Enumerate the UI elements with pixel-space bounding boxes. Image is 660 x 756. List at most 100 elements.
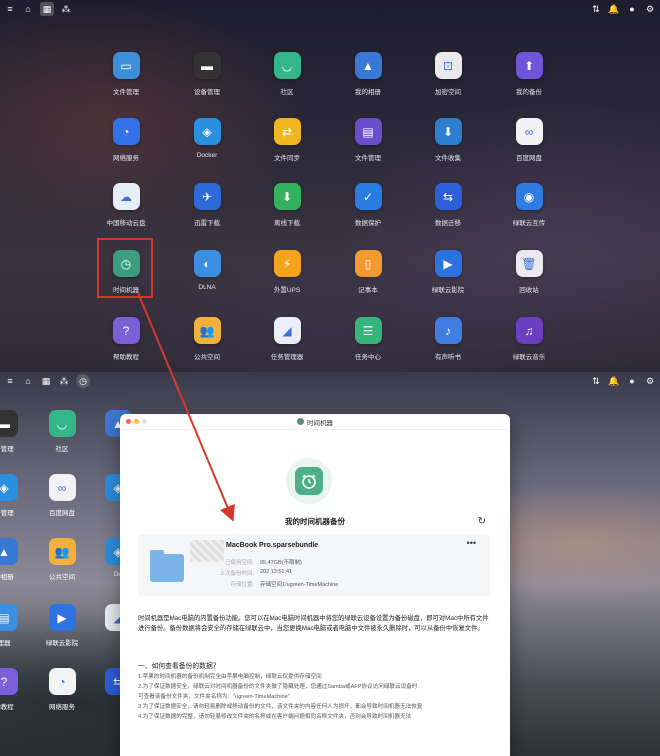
app-icon: ⬇ — [434, 118, 462, 145]
network-icon[interactable]: ⁂ — [58, 375, 70, 387]
app-icon: ⊡ — [434, 52, 462, 79]
app-item[interactable]: ∞ 百度网盘 — [32, 474, 92, 517]
home-icon[interactable]: ⌂ — [22, 3, 34, 15]
bottom-taskbar: ≡ ⌂ ▦ ⁂ ◷ ⇅ 🔔 ● ⚙ — [0, 372, 660, 390]
app-item[interactable]: ◔ 网络服务 — [32, 668, 92, 711]
app-label: 公共空间 — [49, 574, 75, 581]
app-icon: ◡ — [48, 410, 76, 437]
more-options-icon[interactable]: ••• — [467, 538, 476, 548]
app-label: 有声听书 — [435, 354, 461, 361]
app-item[interactable]: ✓ 数据保护 — [328, 183, 408, 227]
transfer-icon[interactable]: ⇅ — [590, 3, 602, 15]
app-item[interactable]: 🗑 回收站 — [489, 250, 569, 294]
app-icon: ⬇ — [273, 183, 301, 210]
app-item[interactable]: ∞ 百度网盘 — [489, 118, 569, 162]
app-item[interactable]: ▲ 我的相册 — [328, 52, 408, 96]
app-item[interactable]: ▲ 的相册 — [0, 538, 34, 581]
app-item[interactable]: ▤ 理器 — [0, 604, 34, 647]
app-item[interactable]: ▶ 绿联云影院 — [408, 250, 488, 294]
app-item[interactable]: ? 帮助教程 — [86, 317, 166, 361]
time-machine-icon — [297, 418, 304, 425]
menu-icon[interactable]: ≡ — [4, 3, 16, 15]
app-label: 备管理 — [0, 446, 14, 453]
app-item[interactable]: ♫ 绿联云音乐 — [489, 317, 569, 361]
app-item[interactable]: ◔ 网络服务 — [86, 118, 166, 162]
app-item[interactable]: ♪ 有声听书 — [408, 317, 488, 361]
maximize-button[interactable] — [142, 419, 147, 424]
app-icon: ▬ — [193, 52, 221, 79]
app-item[interactable]: 👥 公共空间 — [32, 538, 92, 581]
app-item[interactable]: ◈ 备管理 — [0, 474, 34, 517]
app-label: 社区 — [280, 89, 294, 96]
app-label: 社区 — [55, 446, 69, 453]
app-icon: ▤ — [354, 118, 382, 145]
app-label: 助教程 — [0, 704, 14, 711]
app-item[interactable]: ? 助教程 — [0, 668, 34, 711]
notification-icon[interactable]: 🔔 — [608, 375, 620, 387]
card-row: 存储位置: 存储空间1/ugreen-TimeMachine — [230, 582, 339, 588]
app-icon: ⬆ — [515, 52, 543, 79]
app-item[interactable]: ⚡ 外置UPS — [247, 250, 327, 294]
app-label: 备管理 — [0, 510, 14, 517]
app-item[interactable]: ▯ 记事本 — [328, 250, 408, 294]
app-item[interactable]: ✈ 迅雷下载 — [167, 183, 247, 227]
app-label: 迅雷下载 — [194, 220, 220, 227]
app-label: 网络服务 — [49, 704, 75, 711]
app-item[interactable]: ☰ 任务中心 — [328, 317, 408, 361]
app-item[interactable]: ◐ DLNA — [167, 250, 247, 291]
app-item[interactable]: ▬ 设备管理 — [167, 52, 247, 96]
app-label: 我的相册 — [355, 89, 381, 96]
app-icon: ◈ — [193, 118, 221, 145]
app-item[interactable]: ▬ 备管理 — [0, 410, 34, 453]
minimize-button[interactable] — [134, 419, 139, 424]
app-item[interactable]: ☁ 中国移动云盘 — [86, 183, 166, 227]
app-item[interactable]: ⊡ 加密空间 — [408, 52, 488, 96]
home-icon[interactable]: ⌂ — [22, 375, 34, 387]
window-title-text: 时间机器 — [307, 419, 333, 427]
menu-icon[interactable]: ≡ — [4, 375, 16, 387]
app-label: 文件管理 — [113, 89, 139, 96]
app-item[interactable]: 👥 公共空间 — [167, 317, 247, 361]
desktop-top: ≡ ⌂ ▦ ⁂ ⇅ 🔔 ● ⚙ ▭ 文件管理 ▬ 设备管理 ◡ 社区 ▲ 我的相册 ⊡ 加密空间 ⬆… — [0, 0, 660, 372]
app-label: 回收站 — [519, 287, 539, 294]
card-row: 上次备份时间: 202 13:51:41 — [219, 569, 293, 577]
app-item[interactable]: ◡ 社区 — [247, 52, 327, 96]
apps-grid-icon[interactable]: ▦ — [40, 2, 54, 16]
app-item[interactable]: ◈ Docker — [167, 118, 247, 159]
app-item[interactable]: ⬇ 文件收集 — [408, 118, 488, 162]
app-item[interactable]: ◢ 任务管理器 — [247, 317, 327, 361]
settings-icon[interactable]: ⚙ — [644, 3, 656, 15]
window-title: 时间机器 — [297, 417, 333, 427]
time-machine-window: 时间机器 我的时间机器备份 ↻ MacBook Pro.sparsebundle… — [120, 414, 510, 756]
notification-icon[interactable]: 🔔 — [608, 3, 620, 15]
transfer-icon[interactable]: ⇅ — [590, 375, 602, 387]
refresh-icon[interactable]: ↻ — [478, 516, 486, 527]
app-icon: 👥 — [48, 538, 76, 565]
app-label: 加密空间 — [435, 89, 461, 96]
user-icon[interactable]: ● — [626, 3, 638, 15]
network-icon[interactable]: ⁂ — [60, 3, 72, 15]
app-item[interactable]: ▤ 文件管理 — [328, 118, 408, 162]
backup-card[interactable]: MacBook Pro.sparsebundle ••• 已使用空间: 95.47… — [138, 534, 490, 596]
app-item[interactable]: ▶ 绿联云影院 — [32, 604, 92, 647]
app-icon: ⚡ — [273, 250, 301, 277]
user-icon[interactable]: ● — [626, 375, 638, 387]
time-machine-taskbar-icon[interactable]: ◷ — [76, 374, 90, 388]
backup-name: MacBook Pro.sparsebundle — [226, 542, 319, 549]
app-icon: ◔ — [112, 118, 140, 145]
app-item[interactable]: ◉ 绿联云互传 — [489, 183, 569, 227]
app-item[interactable]: ⬇ 离线下载 — [247, 183, 327, 227]
close-button[interactable] — [126, 419, 131, 424]
list-item: 4.为了保证数据的完整，请勿轻易修改文件夹的名称或在客户端问题相同名称文件夹，否… — [138, 714, 412, 720]
app-label: 数据保护 — [355, 220, 381, 227]
app-item[interactable]: ⇆ 数据迁移 — [408, 183, 488, 227]
app-item[interactable]: ◡ 社区 — [32, 410, 92, 453]
list-item: 1.苹果的时间机器的备份机制完全由苹果电脑控制，绿联云仅提供存储空间 — [138, 674, 322, 680]
app-item[interactable]: ⬆ 我的备份 — [489, 52, 569, 96]
app-label: 文件收集 — [435, 155, 461, 162]
app-item[interactable]: ▭ 文件管理 — [86, 52, 166, 96]
app-item[interactable]: ⇄ 文件同步 — [247, 118, 327, 162]
apps-grid-icon[interactable]: ▦ — [40, 375, 52, 387]
list-item: 2.为了保证数据安全，绿联云对时间机器备份的文件夹做了隐藏处理，您通过Samba… — [138, 684, 418, 690]
settings-icon[interactable]: ⚙ — [644, 375, 656, 387]
